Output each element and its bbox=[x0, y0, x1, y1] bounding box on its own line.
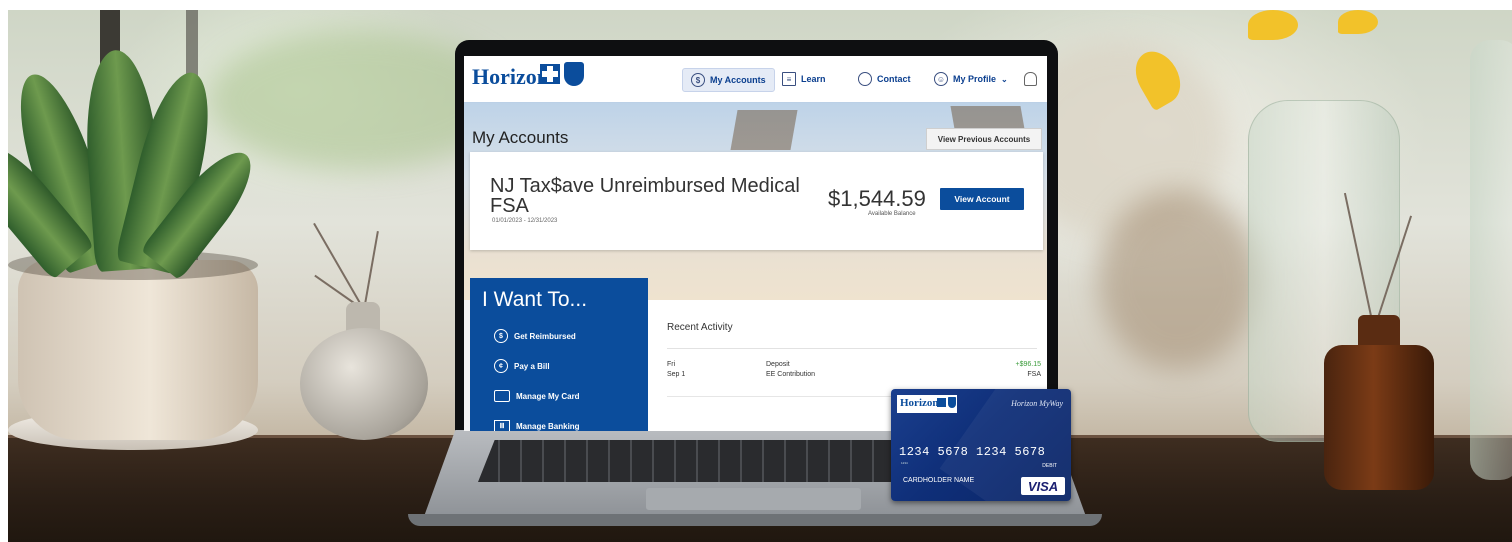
available-balance-label: Available Balance bbox=[868, 211, 916, 217]
account-balance: $1,544.59 bbox=[828, 186, 926, 211]
manage-my-card-label: Manage My Card bbox=[516, 391, 580, 401]
page-title: My Accounts bbox=[472, 128, 569, 147]
get-reimbursed-link[interactable]: $ Get Reimbursed bbox=[494, 328, 576, 344]
account-card: NJ Tax$ave Unreimbursed Medical FSA 01/0… bbox=[470, 152, 1043, 250]
laptop-screen: Horizon $ My Accounts ≡ Learn Contact ☺ … bbox=[464, 56, 1047, 431]
top-nav: Horizon $ My Accounts ≡ Learn Contact ☺ … bbox=[464, 56, 1047, 103]
activity-account: FSA bbox=[1027, 371, 1041, 378]
nav-my-profile[interactable]: ☺ My Profile ⌄ bbox=[934, 68, 1008, 90]
laptop-base-lip bbox=[408, 514, 1102, 526]
dried-twig bbox=[313, 222, 365, 311]
blue-shield-icon bbox=[948, 397, 956, 408]
card-small-text: 1234 bbox=[901, 461, 908, 465]
glass-bottle bbox=[1470, 40, 1512, 480]
laptop-trackpad bbox=[646, 488, 861, 510]
debit-card: Horizon Horizon MyWay 1234 5678 1234 567… bbox=[891, 389, 1071, 501]
amber-bottle bbox=[1324, 345, 1434, 490]
activity-description: EE Contribution bbox=[766, 371, 816, 378]
activity-amount-block: +$96.15 FSA bbox=[1016, 360, 1042, 380]
view-account-button[interactable]: View Account bbox=[940, 188, 1024, 210]
activity-type: Deposit bbox=[766, 361, 790, 368]
nav-contact-label: Contact bbox=[877, 74, 911, 84]
recent-activity-title: Recent Activity bbox=[667, 322, 733, 333]
yellow-flower bbox=[1338, 10, 1378, 34]
visa-logo: VISA bbox=[1021, 477, 1065, 495]
card-type: DEBIT bbox=[1042, 463, 1057, 469]
activity-date: Fri Sep 1 bbox=[667, 360, 685, 380]
blue-cross-icon bbox=[540, 64, 560, 84]
activity-date-text: Sep 1 bbox=[667, 371, 686, 378]
ceramic-vase bbox=[300, 328, 428, 440]
horizon-logo[interactable]: Horizon bbox=[472, 64, 549, 90]
card-number: 1234 5678 1234 5678 bbox=[899, 445, 1046, 459]
yellow-flower bbox=[1248, 10, 1298, 40]
i-want-to-title: I Want To... bbox=[482, 288, 588, 311]
get-reimbursed-label: Get Reimbursed bbox=[514, 331, 576, 341]
chevron-down-icon: ⌄ bbox=[1001, 74, 1008, 84]
divider bbox=[667, 348, 1037, 349]
beach-chair bbox=[730, 110, 798, 150]
activity-detail[interactable]: Deposit EE Contribution bbox=[766, 360, 815, 380]
pay-a-bill-label: Pay a Bill bbox=[514, 361, 550, 371]
card-horizon-logo: Horizon bbox=[900, 397, 939, 409]
account-name: NJ Tax$ave Unreimbursed Medical FSA bbox=[490, 175, 800, 217]
card-icon bbox=[494, 390, 510, 402]
activity-day: Fri bbox=[667, 361, 676, 368]
bell-icon[interactable] bbox=[1024, 72, 1037, 86]
manage-my-card-link[interactable]: Manage My Card bbox=[494, 388, 580, 404]
manage-banking-label: Manage Banking bbox=[516, 421, 580, 431]
user-icon: ☺ bbox=[934, 72, 948, 86]
nav-my-accounts[interactable]: $ My Accounts bbox=[682, 68, 775, 92]
cardholder-name: CARDHOLDER NAME bbox=[903, 477, 975, 484]
card-brand: Horizon MyWay bbox=[1011, 399, 1063, 408]
pay-a-bill-link[interactable]: ¢ Pay a Bill bbox=[494, 358, 550, 374]
book-icon: ≡ bbox=[782, 72, 796, 86]
dollar-circle-icon: $ bbox=[494, 329, 508, 343]
nav-contact[interactable]: Contact bbox=[858, 68, 911, 90]
nav-my-profile-label: My Profile bbox=[953, 74, 997, 84]
plant-pot bbox=[18, 260, 258, 440]
view-previous-accounts-button[interactable]: View Previous Accounts bbox=[926, 128, 1042, 150]
bank-icon: Ⅲ bbox=[494, 420, 510, 431]
i-want-to-panel: I Want To... $ Get Reimbursed ¢ Pay a Bi… bbox=[470, 278, 648, 431]
background-furniture bbox=[1098, 190, 1258, 370]
nav-learn[interactable]: ≡ Learn bbox=[782, 68, 826, 90]
manage-banking-link[interactable]: Ⅲ Manage Banking bbox=[494, 418, 580, 431]
account-dates: 01/01/2023 - 12/31/2023 bbox=[492, 218, 558, 224]
dried-twig bbox=[363, 231, 379, 311]
nav-my-accounts-label: My Accounts bbox=[710, 75, 766, 85]
chat-icon bbox=[858, 72, 872, 86]
blue-shield-icon bbox=[564, 62, 584, 86]
hand-coin-icon: ¢ bbox=[494, 359, 508, 373]
activity-amount: +$96.15 bbox=[1015, 361, 1042, 368]
blue-cross-icon bbox=[937, 398, 946, 407]
dollar-circle-icon: $ bbox=[691, 73, 705, 87]
nav-learn-label: Learn bbox=[801, 74, 826, 84]
